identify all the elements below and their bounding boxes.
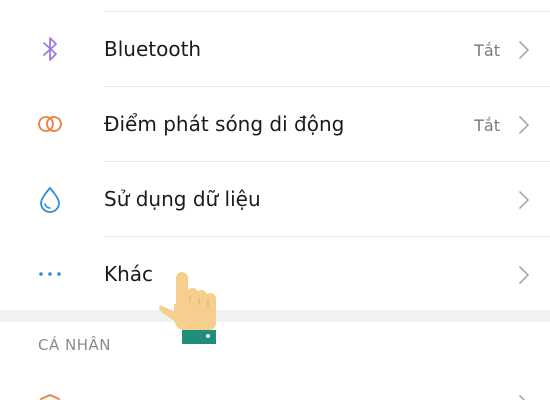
settings-item-bluetooth[interactable]: Bluetooth Tắt [0,12,550,86]
settings-item-label: Điểm phát sóng di động [104,112,345,136]
chevron-right-icon [519,191,529,209]
status-value: Tắt [474,41,500,60]
chevron-right-icon [519,116,529,134]
chevron-right-icon [519,395,526,400]
settings-item-label: Sử dụng dữ liệu [104,187,261,211]
settings-item-label: Khác [104,262,154,286]
pointing-hand-icon [159,272,216,344]
personal-item-icon [40,394,60,400]
section-separator [0,310,550,322]
settings-item-label: Bluetooth [104,37,202,61]
settings-item-more[interactable]: Khác [0,237,550,311]
chevron-right-icon [519,41,529,59]
data-usage-icon [40,187,60,213]
settings-item-partial[interactable] [0,372,550,400]
settings-item-hotspot[interactable]: Điểm phát sóng di động Tắt [0,87,550,161]
bluetooth-icon [43,37,57,61]
chevron-right-icon [519,266,529,284]
status-value: Tắt [474,116,500,135]
section-header-personal: CÁ NHÂN [38,336,111,354]
settings-item-data-usage[interactable]: Sử dụng dữ liệu [0,162,550,236]
hotspot-icon [38,116,62,132]
more-icon [39,272,61,276]
